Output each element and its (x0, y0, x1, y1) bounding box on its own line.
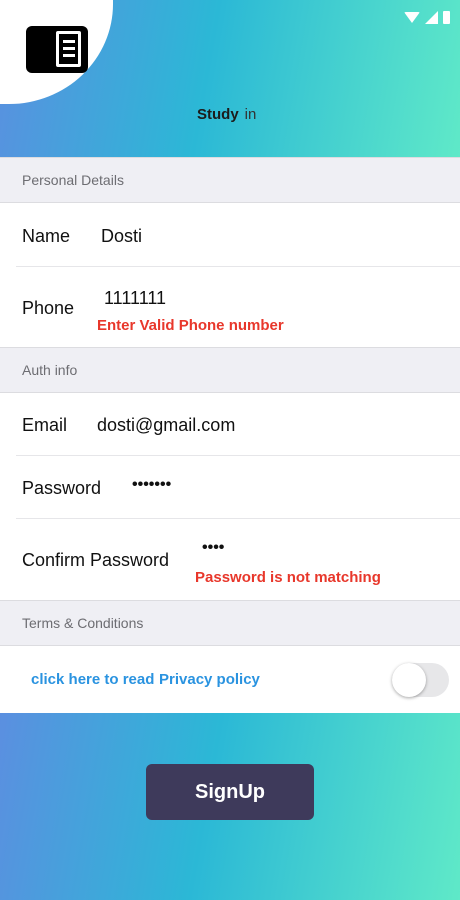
name-field[interactable]: Dosti (101, 226, 142, 247)
phone-field[interactable]: 1111111 (104, 288, 166, 309)
brand-name: Study in (197, 106, 256, 123)
privacy-policy-link[interactable]: Privacy policy (159, 671, 260, 688)
password-row: Password ••••••• (0, 456, 460, 519)
sidebar-layout-icon (26, 26, 88, 73)
terms-read-link[interactable]: click here to read (31, 671, 154, 688)
confirm-password-row: Confirm Password •••• Password is not ma… (0, 519, 460, 600)
signup-button[interactable]: SignUp (146, 764, 314, 820)
battery-icon (443, 11, 450, 24)
name-row: Name Dosti (0, 203, 460, 267)
app-header: Study in (0, 0, 460, 157)
name-label: Name (22, 226, 71, 246)
phone-label: Phone (22, 298, 75, 318)
phone-row: Phone 1111111 Enter Valid Phone number (0, 267, 460, 347)
phone-error: Enter Valid Phone number (97, 317, 284, 334)
toggle-knob (392, 663, 426, 697)
footer: SignUp (0, 713, 460, 900)
wifi-icon (404, 12, 420, 23)
status-bar (404, 11, 450, 24)
confirm-password-field[interactable]: •••• (202, 539, 224, 557)
terms-toggle[interactable] (392, 663, 449, 697)
email-field[interactable]: dosti@gmail.com (97, 415, 235, 436)
confirm-password-error: Password is not matching (195, 569, 381, 586)
section-auth-info: Auth info (0, 347, 460, 393)
email-label: Email (22, 415, 68, 435)
email-row: Email dosti@gmail.com (0, 393, 460, 456)
section-terms: Terms & Conditions (0, 600, 460, 646)
password-label: Password (22, 478, 102, 498)
terms-row: click here to read Privacy policy (0, 646, 460, 713)
signal-icon (425, 11, 438, 24)
confirm-password-label: Confirm Password (22, 550, 170, 570)
brand-bold: Study (197, 106, 239, 123)
section-personal-details: Personal Details (0, 157, 460, 203)
brand-suffix: in (244, 106, 257, 123)
password-field[interactable]: ••••••• (132, 476, 171, 494)
